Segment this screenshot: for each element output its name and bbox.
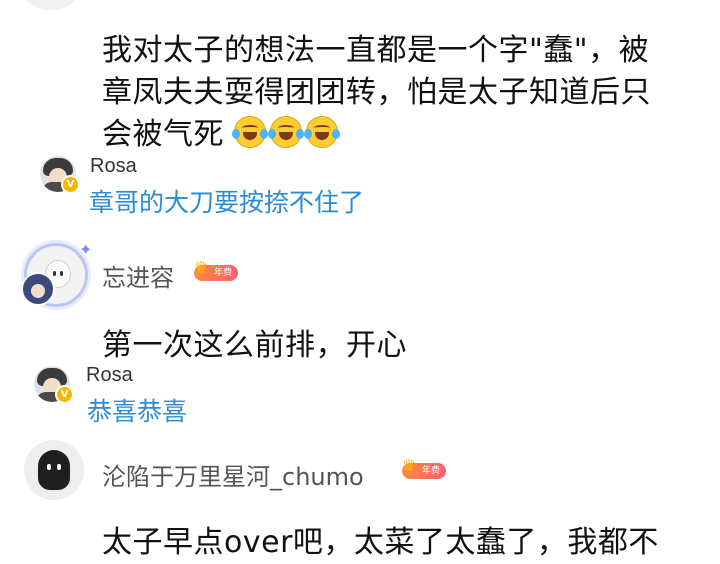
commenter-name[interactable]: 忘进容 xyxy=(102,258,174,293)
verified-badge-icon: V xyxy=(55,385,74,404)
commenter-avatar[interactable]: ✦ xyxy=(21,240,92,307)
comment-text: 我对太子的想法一直都是一个字"蠢"，被 章凤夫夫耍得团团转，怕是太子知道后只 会… xyxy=(102,30,702,156)
crown-icon: ♛ xyxy=(401,456,417,475)
laughing-crying-emoji-icon xyxy=(232,116,269,148)
reply-avatar[interactable]: V xyxy=(34,366,74,404)
ghost-avatar-icon xyxy=(38,450,70,490)
avatar-frame-character-icon xyxy=(21,272,55,306)
comment-line-text: 会被气死 xyxy=(102,117,224,152)
annual-vip-badge: ♛ 年费 xyxy=(402,457,447,479)
comment-line: 会被气死 xyxy=(102,114,702,156)
annual-vip-badge: ♛ 年费 xyxy=(194,259,239,281)
comment-line: 章凤夫夫耍得团团转，怕是太子知道后只 xyxy=(102,75,651,110)
crown-icon: ♛ xyxy=(193,258,209,277)
star-icon: ✦ xyxy=(79,240,93,259)
badge-label: 年费 xyxy=(422,466,441,476)
comment-line: 我对太子的想法一直都是一个字"蠢"，被 xyxy=(102,33,650,68)
laughing-crying-emoji-icon xyxy=(304,116,341,148)
laughing-crying-emoji-icon xyxy=(268,116,305,148)
reply-text[interactable]: 恭喜恭喜 xyxy=(87,392,187,428)
comment-text: 第一次这么前排，开心 xyxy=(102,328,407,363)
reply-text[interactable]: 章哥的大刀要按捺不住了 xyxy=(89,183,364,219)
commenter-avatar[interactable] xyxy=(24,440,84,500)
badge-label: 年费 xyxy=(214,268,233,278)
comment-text: 太子早点over吧，太菜了太蠢了，我都不 xyxy=(102,525,659,560)
avatar-clipped[interactable] xyxy=(20,0,82,10)
reply-name[interactable]: Rosa xyxy=(90,155,137,178)
commenter-name[interactable]: 沦陷于万里星河_chumo xyxy=(102,457,364,492)
reply-name[interactable]: Rosa xyxy=(86,364,133,387)
verified-badge-icon: V xyxy=(61,175,80,194)
reply-avatar[interactable]: V xyxy=(40,156,80,194)
